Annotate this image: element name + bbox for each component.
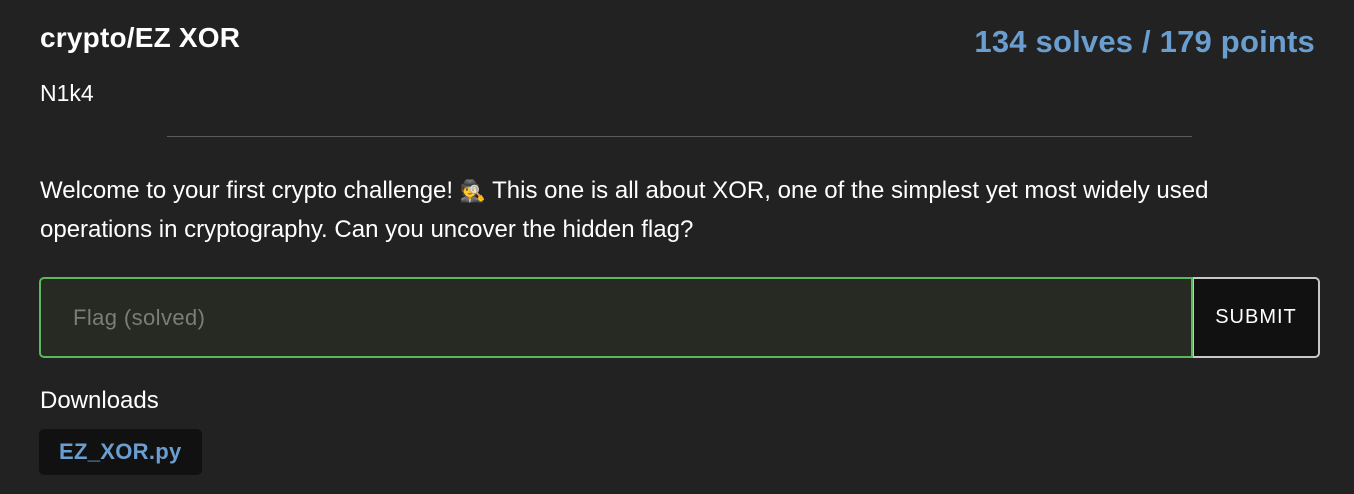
challenge-author: N1k4 [40, 80, 94, 106]
challenge-description: Welcome to your first crypto challenge! … [40, 172, 1320, 249]
download-file-link[interactable]: EZ_XOR.py [39, 429, 202, 475]
divider [167, 136, 1192, 137]
challenge-title: crypto/EZ XOR [40, 22, 241, 53]
submit-button[interactable]: SUBMIT [1193, 277, 1320, 358]
downloads-label: Downloads [40, 387, 159, 414]
flag-form: SUBMIT [39, 277, 1320, 358]
detective-icon: 🕵️ [459, 180, 486, 203]
flag-input[interactable] [39, 277, 1193, 358]
challenge-card: crypto/EZ XOR 134 solves / 179 points N1… [0, 0, 1354, 494]
challenge-stats: 134 solves / 179 points [974, 24, 1315, 59]
description-text-start: Welcome to your first crypto challenge! [40, 177, 460, 204]
